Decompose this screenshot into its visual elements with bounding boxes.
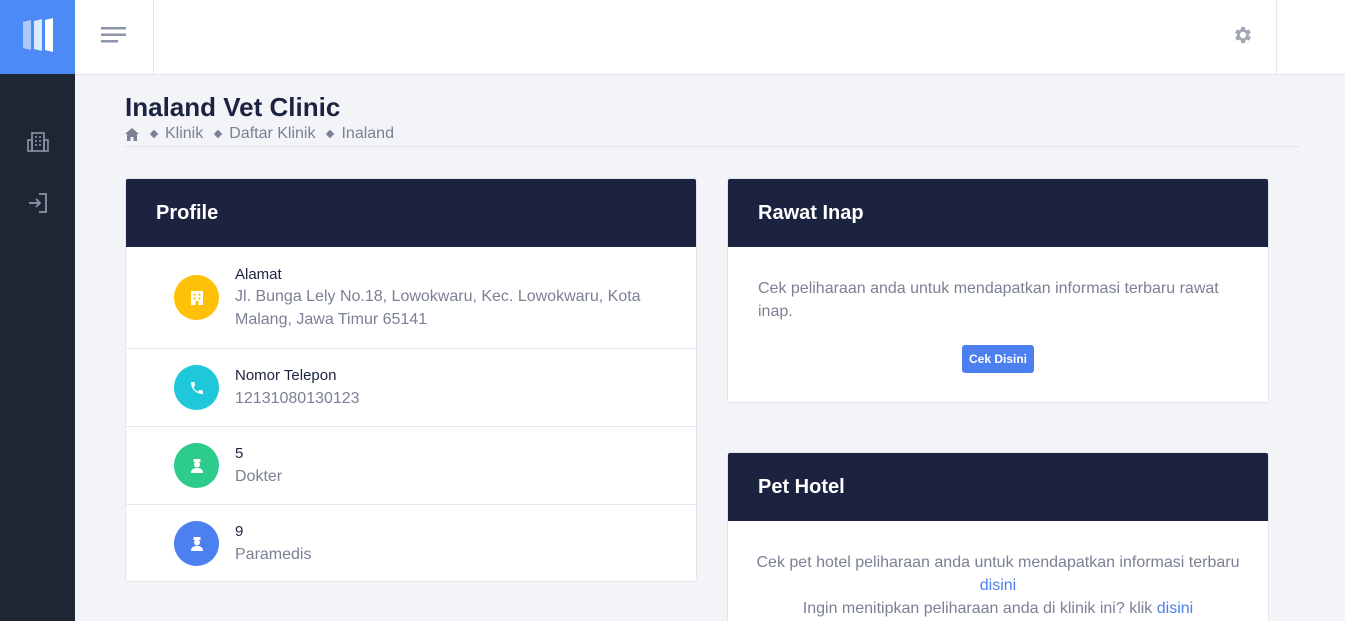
topbar-divider	[1276, 0, 1277, 74]
app-logo-icon	[22, 17, 54, 57]
breadcrumb-klinik[interactable]: Klinik	[165, 125, 203, 143]
paramedic-count: 9	[235, 523, 244, 540]
building-icon	[174, 275, 219, 320]
breadcrumb-separator	[213, 129, 223, 139]
doctor-count: 5	[235, 445, 244, 462]
rawat-inap-text: Cek peliharaan anda untuk mendapatkan in…	[758, 280, 1219, 320]
header-divider	[125, 146, 1300, 147]
gear-icon	[1232, 24, 1254, 51]
pet-hotel-body: Cek pet hotel peliharaan anda untuk mend…	[728, 551, 1268, 620]
pet-hotel-text-1: Cek pet hotel peliharaan anda untuk mend…	[756, 554, 1240, 571]
cek-disini-button[interactable]: Cek Disini	[962, 345, 1034, 373]
sidebar-item-clinic[interactable]	[0, 124, 75, 164]
phone-label: Nomor Telepon	[235, 367, 337, 384]
breadcrumb-daftar-klinik[interactable]: Daftar Klinik	[229, 125, 315, 143]
app-logo[interactable]	[0, 0, 75, 74]
profile-row-paramedics: 9 Paramedis	[126, 505, 696, 581]
profile-row-phone: Nomor Telepon 12131080130123	[126, 349, 696, 427]
login-icon	[27, 192, 49, 219]
breadcrumb-inaland: Inaland	[341, 125, 394, 142]
hamburger-icon	[101, 26, 127, 49]
pet-hotel-text-2: Ingin menitipkan peliharaan anda di klin…	[802, 600, 1153, 617]
pet-hotel-link-1[interactable]: disini	[980, 577, 1016, 594]
page-title: Inaland Vet Clinic	[125, 92, 341, 122]
phone-icon	[174, 365, 219, 410]
breadcrumb-separator	[149, 129, 159, 139]
doctor-icon	[174, 443, 219, 488]
profile-card-header: Profile	[126, 179, 696, 247]
doctor-label: Dokter	[235, 468, 283, 485]
profile-card: Profile Alamat Jl. Bunga Lely No.18, Low…	[125, 178, 697, 582]
pet-hotel-link-2[interactable]: disini	[1157, 600, 1193, 617]
profile-row-doctors: 5 Dokter	[126, 427, 696, 505]
pet-hotel-card-header: Pet Hotel	[728, 453, 1268, 521]
breadcrumb-separator	[326, 129, 335, 139]
breadcrumb: Klinik Daftar Klinik Inaland	[125, 125, 394, 143]
sidebar	[0, 0, 75, 621]
home-icon[interactable]	[125, 127, 139, 141]
sidebar-item-login[interactable]	[0, 185, 75, 225]
menu-toggle-button[interactable]	[75, 0, 154, 74]
rawat-inap-card-header: Rawat Inap	[728, 179, 1268, 247]
paramedic-label: Paramedis	[235, 546, 312, 563]
address-label: Alamat	[235, 266, 282, 283]
address-value: Jl. Bunga Lely No.18, Lowokwaru, Kec. Lo…	[235, 288, 641, 328]
rawat-inap-card: Rawat Inap Cek peliharaan anda untuk men…	[727, 178, 1269, 403]
topbar	[75, 0, 1345, 75]
building-icon	[26, 131, 49, 158]
profile-row-address: Alamat Jl. Bunga Lely No.18, Lowokwaru, …	[126, 247, 696, 349]
phone-value: 12131080130123	[235, 390, 360, 407]
pet-hotel-card: Pet Hotel Cek pet hotel peliharaan anda …	[727, 452, 1269, 621]
settings-button[interactable]	[1228, 22, 1258, 52]
paramedic-icon	[174, 521, 219, 566]
